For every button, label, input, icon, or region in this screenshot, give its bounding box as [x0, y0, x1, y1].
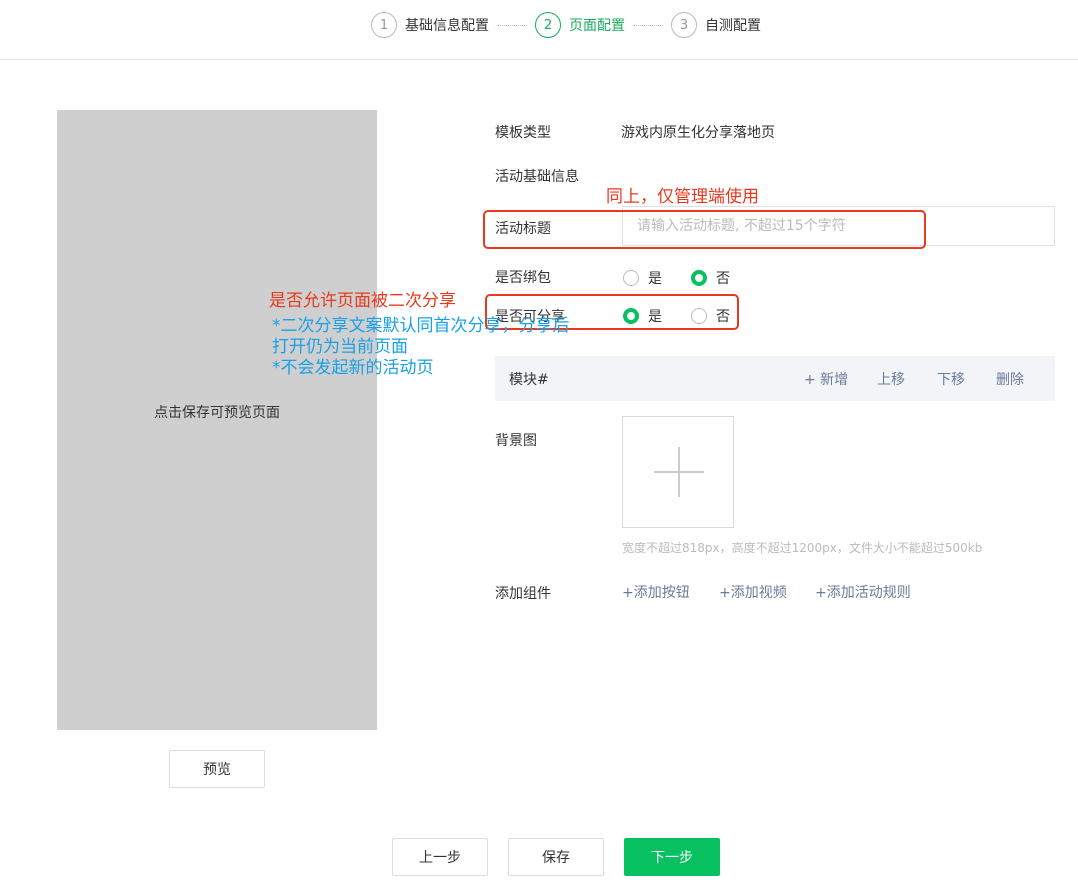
- step-label: 页面配置: [569, 18, 625, 34]
- prev-step-button[interactable]: 上一步: [392, 838, 488, 876]
- page: 1 基础信息配置 2 页面配置 3 自测配置 点击保存可预览页面 预览 模板类型…: [0, 0, 1078, 887]
- annotation-share-detail: *二次分享文案默认同首次分享，分享后 打开仍为当前页面 *不会发起新的活动页: [272, 316, 570, 379]
- background-label: 背景图: [495, 433, 537, 449]
- background-upload[interactable]: [622, 416, 734, 528]
- add-button-link[interactable]: +添加按钮: [622, 582, 690, 602]
- step-page-config[interactable]: 2 页面配置: [535, 12, 625, 38]
- preview-placeholder-text: 点击保存可预览页面: [154, 405, 280, 421]
- annotation-line: 打开仍为当前页面: [272, 337, 408, 357]
- radio-circle: [623, 270, 639, 286]
- annotation-line: *不会发起新的活动页: [272, 358, 434, 378]
- annotation-title-note: 同上，仅管理端使用: [606, 187, 759, 207]
- preview-button[interactable]: 预览: [169, 750, 265, 788]
- plus-icon: [678, 447, 680, 497]
- annotation-box-title: [483, 210, 926, 249]
- bind-package-label: 是否绑包: [495, 270, 551, 286]
- add-video-link[interactable]: +添加视频: [719, 582, 787, 602]
- module-add-button[interactable]: + 新增: [804, 369, 848, 389]
- template-type-value: 游戏内原生化分享落地页: [621, 125, 775, 141]
- step-number: 1: [371, 12, 397, 38]
- radio-label: 否: [716, 271, 730, 287]
- radio-label: 是: [648, 271, 662, 287]
- module-move-down-button[interactable]: 下移: [937, 369, 965, 389]
- bind-package-no-radio[interactable]: 否: [691, 268, 730, 288]
- radio-circle: [691, 270, 707, 286]
- step-number: 3: [671, 12, 697, 38]
- annotation-line: *二次分享文案默认同首次分享，分享后: [272, 316, 570, 336]
- step-basic-info[interactable]: 1 基础信息配置: [371, 12, 489, 38]
- basic-info-label: 活动基础信息: [495, 169, 579, 185]
- template-type-label: 模板类型: [495, 125, 551, 141]
- module-delete-button[interactable]: 删除: [996, 369, 1024, 389]
- step-label: 自测配置: [705, 18, 761, 34]
- module-move-up-button[interactable]: 上移: [877, 369, 905, 389]
- background-hint: 宽度不超过818px，高度不超过1200px，文件大小不能超过500kb: [622, 541, 983, 555]
- next-step-button[interactable]: 下一步: [624, 838, 720, 876]
- step-number: 2: [535, 12, 561, 38]
- add-component-label: 添加组件: [495, 586, 551, 602]
- step-connector: [497, 25, 527, 26]
- step-connector: [633, 25, 663, 26]
- step-self-test[interactable]: 3 自测配置: [671, 12, 761, 38]
- add-rules-link[interactable]: +添加活动规则: [815, 582, 911, 602]
- stepper: 1 基础信息配置 2 页面配置 3 自测配置: [0, 0, 1078, 60]
- preview-canvas: 点击保存可预览页面: [57, 110, 377, 730]
- step-label: 基础信息配置: [405, 18, 489, 34]
- module-header: 模块# + 新增 上移 下移 删除: [495, 356, 1055, 401]
- save-button[interactable]: 保存: [508, 838, 604, 876]
- bind-package-yes-radio[interactable]: 是: [623, 268, 662, 288]
- annotation-share-note: 是否允许页面被二次分享: [269, 291, 456, 311]
